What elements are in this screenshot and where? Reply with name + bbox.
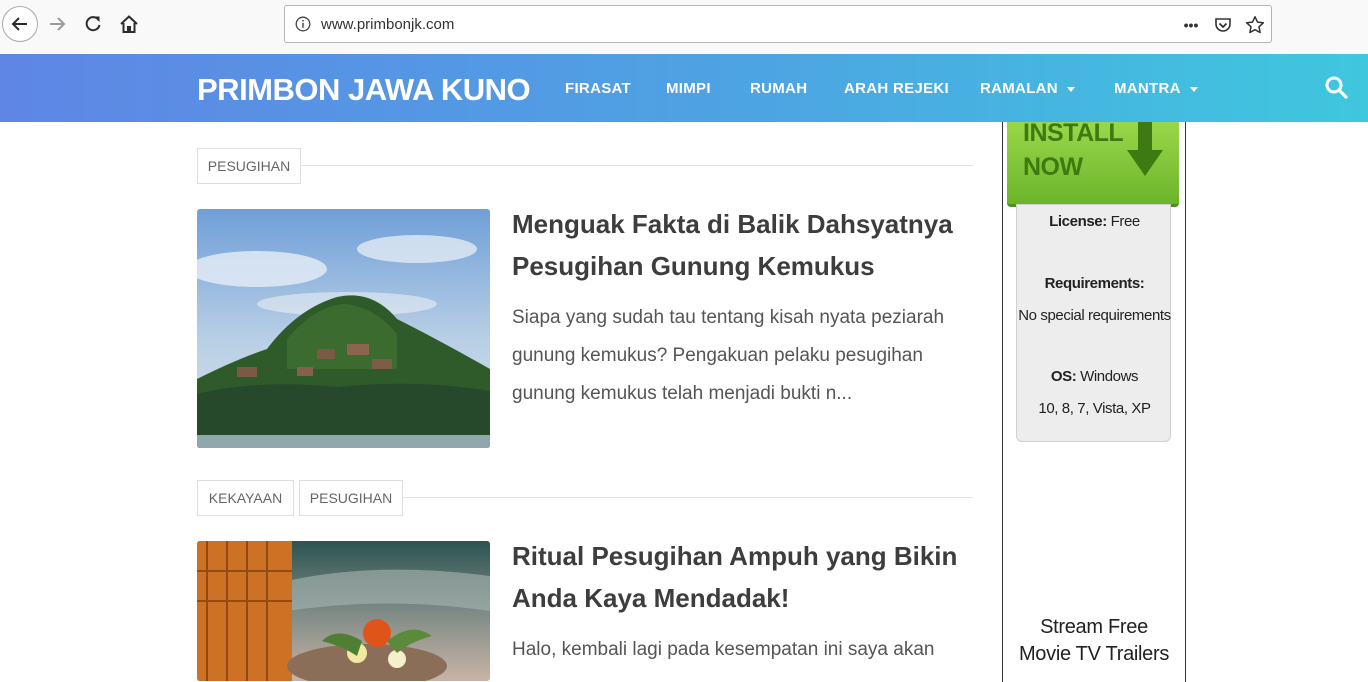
reload-button[interactable] xyxy=(76,7,110,41)
nav-item-rumah[interactable]: RUMAH xyxy=(750,80,807,97)
os-label: OS: xyxy=(1050,368,1077,385)
site-logo[interactable]: PRIMBON JAWA KUNO xyxy=(197,72,531,108)
requirements-label: Requirements: xyxy=(1017,275,1172,292)
nav-item-firasat[interactable]: FIRASAT xyxy=(565,80,631,97)
stream-line-1: Stream Free xyxy=(1040,616,1148,638)
nav-item-arah-rejeki[interactable]: ARAH REJEKI xyxy=(844,80,949,97)
requirements-label-text: Requirements: xyxy=(1044,275,1145,292)
reload-icon xyxy=(85,16,101,32)
download-arrow-icon xyxy=(1127,122,1163,176)
post-thumbnail-gunung-kemukus[interactable] xyxy=(197,209,490,448)
install-label-line2: NOW xyxy=(1023,153,1083,181)
browser-toolbar: www.primbonjk.com ••• xyxy=(0,0,1368,55)
post-excerpt: Siapa yang sudah tau tentang kisah nyata… xyxy=(512,307,945,404)
requirements-value: No special requirements xyxy=(1018,307,1171,324)
chevron-down-icon xyxy=(1189,86,1198,92)
app-info-panel: License: Free Requirements: No special r… xyxy=(1016,204,1171,442)
pocket-icon xyxy=(1215,18,1231,32)
nav-item-mantra[interactable]: MANTRA xyxy=(1114,80,1198,97)
license-value: Free xyxy=(1106,213,1141,230)
info-icon[interactable] xyxy=(295,16,311,32)
back-button[interactable] xyxy=(2,6,38,42)
nav-item-mantra-label: MANTRA xyxy=(1114,80,1181,97)
address-bar[interactable]: www.primbonjk.com ••• xyxy=(284,5,1272,43)
os-versions: 10, 8, 7, Vista, XP xyxy=(1038,400,1151,417)
nav-item-mimpi[interactable]: MIMPI xyxy=(666,80,711,97)
home-icon xyxy=(120,15,138,33)
hill-village-image xyxy=(197,209,490,448)
arrow-right-icon xyxy=(50,17,66,31)
tag-kekayaan[interactable]: KEKAYAAN xyxy=(197,480,294,516)
tag-pesugihan[interactable]: PESUGIHAN xyxy=(299,480,403,516)
site-header: PRIMBON JAWA KUNO FIRASAT MIMPI RUMAH AR… xyxy=(0,54,1368,122)
forward-button[interactable] xyxy=(40,7,74,41)
arrow-left-icon xyxy=(11,17,27,31)
page-actions-menu-icon[interactable]: ••• xyxy=(1181,15,1201,35)
post-excerpt: Halo, kembali lagi pada kesempatan ini s… xyxy=(512,639,935,660)
home-button[interactable] xyxy=(112,7,146,41)
tag-divider xyxy=(402,497,973,498)
bookmark-button[interactable] xyxy=(1245,15,1265,35)
tag-divider xyxy=(300,165,973,166)
url-text[interactable]: www.primbonjk.com xyxy=(321,16,454,33)
stream-ad-text[interactable]: Stream Free Movie TV Trailers xyxy=(1010,614,1178,668)
license-info: License: Free xyxy=(1017,213,1172,230)
nav-item-ramalan[interactable]: RAMALAN xyxy=(980,80,1075,97)
chevron-down-icon xyxy=(1066,86,1075,92)
license-label: License: xyxy=(1049,213,1107,230)
nav-item-ramalan-label: RAMALAN xyxy=(980,80,1058,97)
tag-pesugihan[interactable]: PESUGIHAN xyxy=(197,148,301,184)
post-title[interactable]: Ritual Pesugihan Ampuh yang Bikin Anda K… xyxy=(512,535,962,619)
os-info: OS: Windows xyxy=(1017,368,1172,385)
install-now-label: INSTALL NOW xyxy=(1023,116,1124,184)
search-icon[interactable] xyxy=(1324,75,1348,99)
pocket-button[interactable] xyxy=(1213,15,1233,35)
stream-line-2: Movie TV Trailers xyxy=(1018,643,1170,665)
offering-ritual-image xyxy=(197,541,490,681)
install-now-button[interactable]: INSTALL NOW xyxy=(1007,119,1179,207)
os-value: Windows xyxy=(1076,368,1139,385)
post-thumbnail-ritual[interactable] xyxy=(197,541,490,681)
star-icon xyxy=(1245,16,1265,34)
post-title[interactable]: Menguak Fakta di Balik Dahsyatnya Pesugi… xyxy=(512,203,962,287)
install-label-line1: INSTALL xyxy=(1023,119,1124,147)
